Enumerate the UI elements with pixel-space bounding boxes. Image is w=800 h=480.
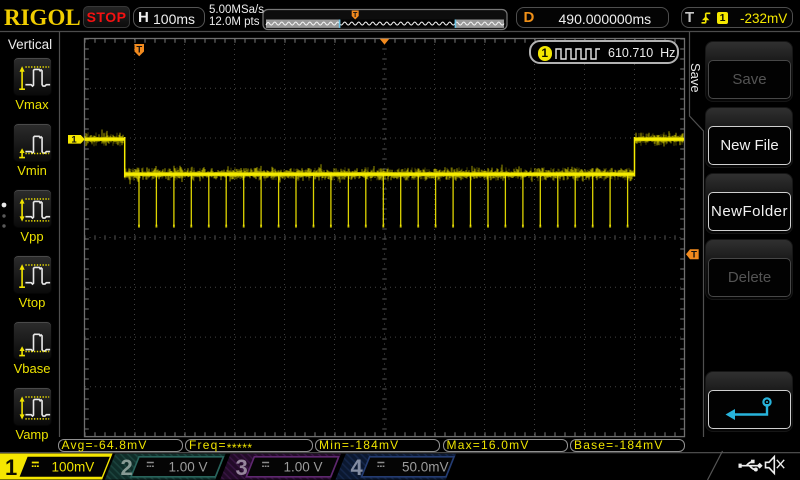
svg-text:T: T [136, 44, 142, 55]
svg-text:4: 4 [351, 455, 364, 480]
svg-text:50.0mV: 50.0mV [402, 460, 449, 475]
svg-text:1.00 V: 1.00 V [284, 460, 323, 475]
svg-text:2: 2 [121, 455, 133, 480]
svg-text:1.00 V: 1.00 V [169, 460, 208, 475]
svg-text:T: T [691, 250, 697, 261]
svg-text:1: 1 [5, 455, 17, 480]
svg-text:T: T [353, 12, 358, 19]
svg-text:1: 1 [71, 135, 77, 146]
svg-text:100mV: 100mV [52, 460, 95, 475]
svg-text:3: 3 [236, 455, 248, 480]
